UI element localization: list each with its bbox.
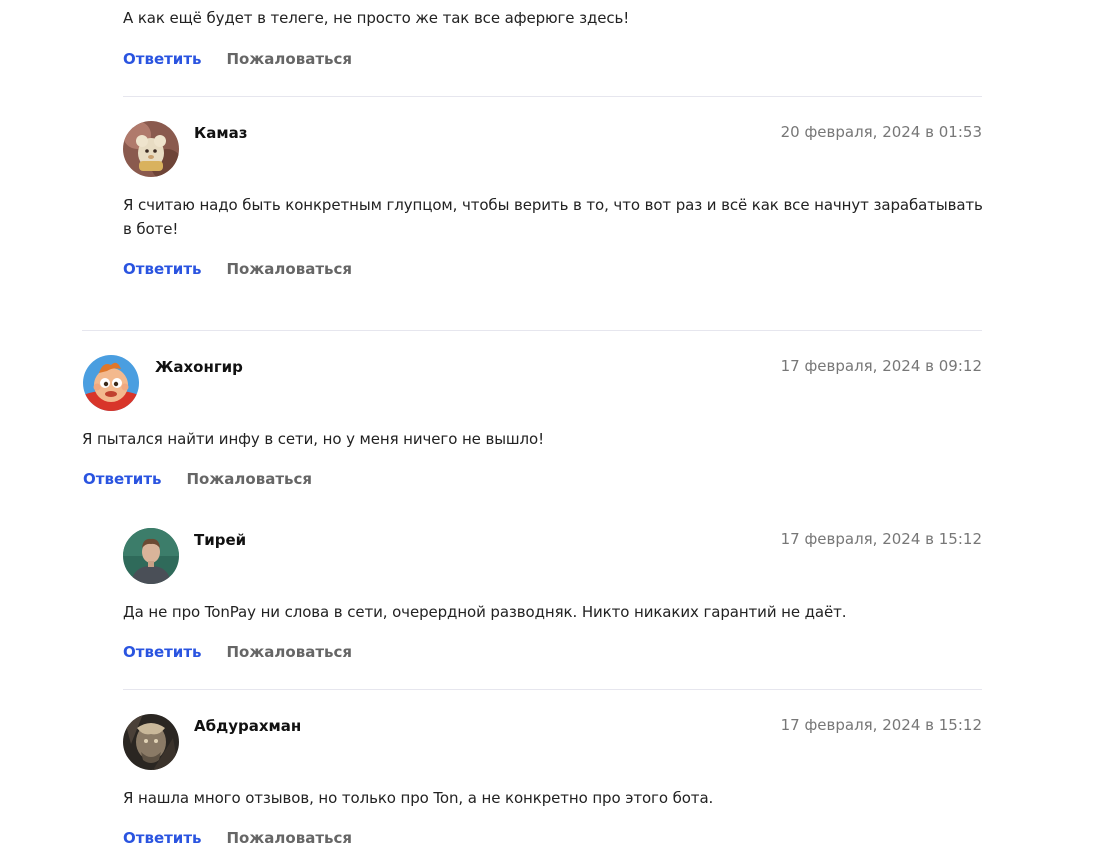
comment-actions: Ответить Пожаловаться — [123, 259, 352, 279]
reply-button[interactable]: Ответить — [123, 50, 202, 68]
cartoon-baby-avatar-icon[interactable] — [83, 355, 139, 411]
comment-actions: Ответить Пожаловаться — [83, 469, 312, 489]
comment-text: А как ещё будет в телеге, не просто же т… — [123, 9, 630, 27]
report-button[interactable]: Пожаловаться — [227, 643, 353, 661]
comment-date: 17 февраля, 2024 в 09:12 — [780, 357, 982, 375]
report-button[interactable]: Пожаловаться — [227, 50, 353, 68]
teddy-bear-avatar-icon[interactable] — [123, 121, 179, 177]
comments-section: А как ещё будет в телеге, не просто же т… — [0, 0, 1099, 856]
comment-text: Да не про TonPay ни слова в сети, очерер… — [123, 603, 847, 621]
warrior-art-avatar-icon[interactable] — [123, 714, 179, 770]
comment-text: Я считаю надо быть конкретным глупцом, ч… — [123, 196, 983, 238]
comment-text: Я нашла много отзывов, но только про Ton… — [123, 789, 714, 807]
comment-actions: Ответить Пожаловаться — [123, 49, 352, 69]
comment-author[interactable]: Абдурахман — [194, 717, 301, 735]
reply-button[interactable]: Ответить — [83, 470, 162, 488]
divider — [123, 689, 982, 690]
comment-author[interactable]: Камаз — [194, 124, 247, 142]
comment-author[interactable]: Жахонгир — [155, 358, 243, 376]
comment-date: 20 февраля, 2024 в 01:53 — [780, 123, 982, 141]
comment-actions: Ответить Пожаловаться — [123, 642, 352, 662]
comment-actions: Ответить Пожаловаться — [123, 828, 352, 848]
comment-date: 17 февраля, 2024 в 15:12 — [780, 716, 982, 734]
reply-button[interactable]: Ответить — [123, 643, 202, 661]
man-photo-avatar-icon[interactable] — [123, 528, 179, 584]
comment-author[interactable]: Тирей — [194, 531, 246, 549]
report-button[interactable]: Пожаловаться — [227, 260, 353, 278]
reply-button[interactable]: Ответить — [123, 260, 202, 278]
divider — [82, 330, 982, 331]
reply-button[interactable]: Ответить — [123, 829, 202, 847]
report-button[interactable]: Пожаловаться — [227, 829, 353, 847]
report-button[interactable]: Пожаловаться — [187, 470, 313, 488]
divider — [123, 96, 982, 97]
comment-date: 17 февраля, 2024 в 15:12 — [780, 530, 982, 548]
comment-text: Я пытался найти инфу в сети, но у меня н… — [82, 430, 545, 448]
